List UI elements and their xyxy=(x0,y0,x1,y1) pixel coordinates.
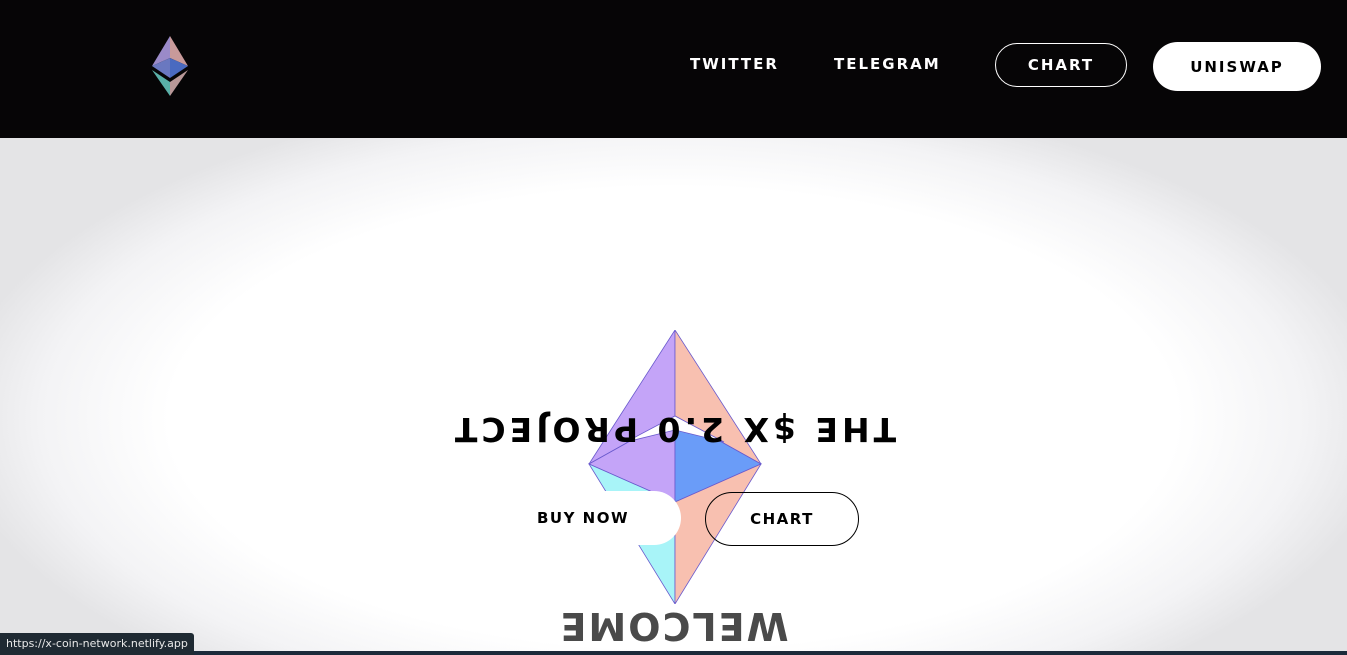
nav-telegram-link[interactable]: TELEGRAM xyxy=(834,55,941,73)
hero-chart-label: CHART xyxy=(750,510,814,528)
bottom-divider xyxy=(0,651,1347,655)
ethereum-logo-icon[interactable] xyxy=(150,36,190,96)
buy-now-label: BUY NOW xyxy=(536,509,630,527)
nav-uniswap-label: UNISWAP xyxy=(1190,57,1284,76)
page: TWITTER TELEGRAM CHART UNISWAP THE $X 2.… xyxy=(0,0,1347,655)
ethereum-emblem-icon xyxy=(587,330,763,604)
nav-twitter-link[interactable]: TWITTER xyxy=(690,55,779,73)
hero-title: THE $X 2.0 PROJECT xyxy=(450,410,897,449)
hero-chart-button[interactable]: CHART xyxy=(705,492,859,546)
hero-section: THE $X 2.0 PROJECT BUY NOW CHART WELCOME xyxy=(0,138,1347,655)
hero-welcome-heading: WELCOME xyxy=(558,604,789,648)
nav-chart-label: CHART xyxy=(1027,56,1095,74)
nav-uniswap-button[interactable]: UNISWAP xyxy=(1153,42,1321,91)
status-bar-url: https://x-coin-network.netlify.app xyxy=(0,633,194,655)
buy-now-button[interactable]: BUY NOW xyxy=(485,491,681,545)
site-header: TWITTER TELEGRAM CHART UNISWAP xyxy=(0,0,1347,138)
nav-chart-button[interactable]: CHART xyxy=(995,43,1127,87)
